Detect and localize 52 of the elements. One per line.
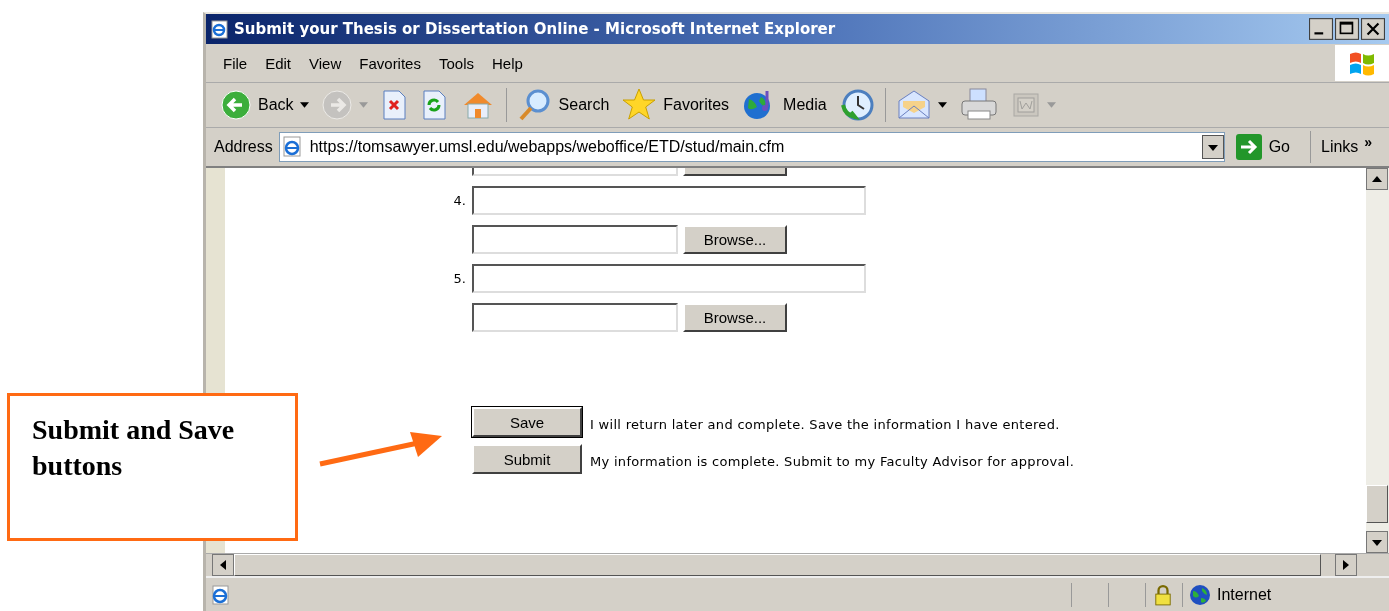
save-button[interactable]: Save bbox=[472, 407, 582, 437]
scroll-thumb[interactable] bbox=[1366, 485, 1388, 523]
caret-icon[interactable] bbox=[299, 102, 309, 108]
text-field[interactable] bbox=[472, 186, 866, 215]
vertical-scrollbar[interactable] bbox=[1366, 168, 1389, 553]
search-button[interactable]: Search bbox=[512, 85, 614, 125]
browse-button[interactable]: Browse... bbox=[683, 303, 787, 332]
action-description: I will return later and complete. Save the information I have entered. bbox=[590, 416, 1060, 432]
maximize-icon[interactable] bbox=[1335, 18, 1359, 40]
links-button[interactable]: Links bbox=[1321, 138, 1359, 156]
more-links-button[interactable]: » bbox=[1364, 134, 1373, 150]
edit-icon bbox=[1010, 90, 1041, 120]
url-text: https://tomsawyer.umsl.edu/webapps/weboffice/ETD/stud/main.cfm bbox=[309, 138, 786, 156]
action-description: My information is complete. Submit to my Faculty Advisor for approval. bbox=[590, 453, 1075, 469]
menu-item[interactable]: Help bbox=[487, 54, 536, 72]
favorites-button[interactable]: Favorites bbox=[617, 85, 734, 125]
ie-page-icon bbox=[210, 583, 232, 606]
ie-page-icon bbox=[281, 136, 304, 158]
back-button[interactable]: Back bbox=[216, 85, 313, 125]
scroll-up-icon[interactable] bbox=[1366, 168, 1388, 190]
address-field[interactable]: https://tomsawyer.umsl.edu/webapps/weboffice/ETD/stud/main.cfm bbox=[278, 132, 1225, 162]
printer-icon bbox=[958, 87, 999, 123]
star-icon bbox=[621, 87, 658, 123]
file-field[interactable] bbox=[472, 225, 678, 254]
dropdown-icon[interactable] bbox=[1201, 135, 1224, 159]
ie-page-icon bbox=[210, 19, 230, 39]
window-title: Submit your Thesis or Dissertation Online - Microsoft Internet Explorer bbox=[234, 20, 837, 38]
submit-button[interactable]: Submit bbox=[472, 444, 582, 474]
menu-item[interactable]: View bbox=[304, 54, 355, 72]
menu-item[interactable]: File bbox=[218, 54, 261, 72]
callout-text: Submit and Save buttons bbox=[32, 413, 236, 483]
row-number: 4. bbox=[452, 193, 467, 208]
go-button[interactable]: Go bbox=[1230, 131, 1311, 163]
menu-item[interactable]: Tools bbox=[433, 54, 487, 72]
menu-item[interactable]: Edit bbox=[260, 54, 305, 72]
clock-icon bbox=[838, 87, 875, 123]
file-field[interactable] bbox=[472, 303, 678, 332]
globe-icon bbox=[1189, 583, 1211, 606]
scroll-left-icon[interactable] bbox=[212, 554, 234, 576]
row-number: 5. bbox=[452, 271, 467, 286]
minimize-icon[interactable] bbox=[1309, 18, 1333, 40]
envelope-icon bbox=[895, 89, 932, 121]
menu-item[interactable]: Favorites bbox=[354, 54, 434, 72]
scroll-right-icon[interactable] bbox=[1335, 554, 1357, 576]
text-field[interactable] bbox=[472, 264, 866, 293]
caret-icon[interactable] bbox=[937, 102, 947, 108]
address-label: Address bbox=[214, 138, 273, 156]
browse-button[interactable]: Browse... bbox=[683, 225, 787, 254]
close-icon[interactable] bbox=[1361, 18, 1385, 40]
media-button[interactable]: Media bbox=[737, 85, 831, 125]
security-zone: Internet bbox=[1217, 585, 1272, 604]
scroll-down-icon[interactable] bbox=[1366, 531, 1388, 553]
